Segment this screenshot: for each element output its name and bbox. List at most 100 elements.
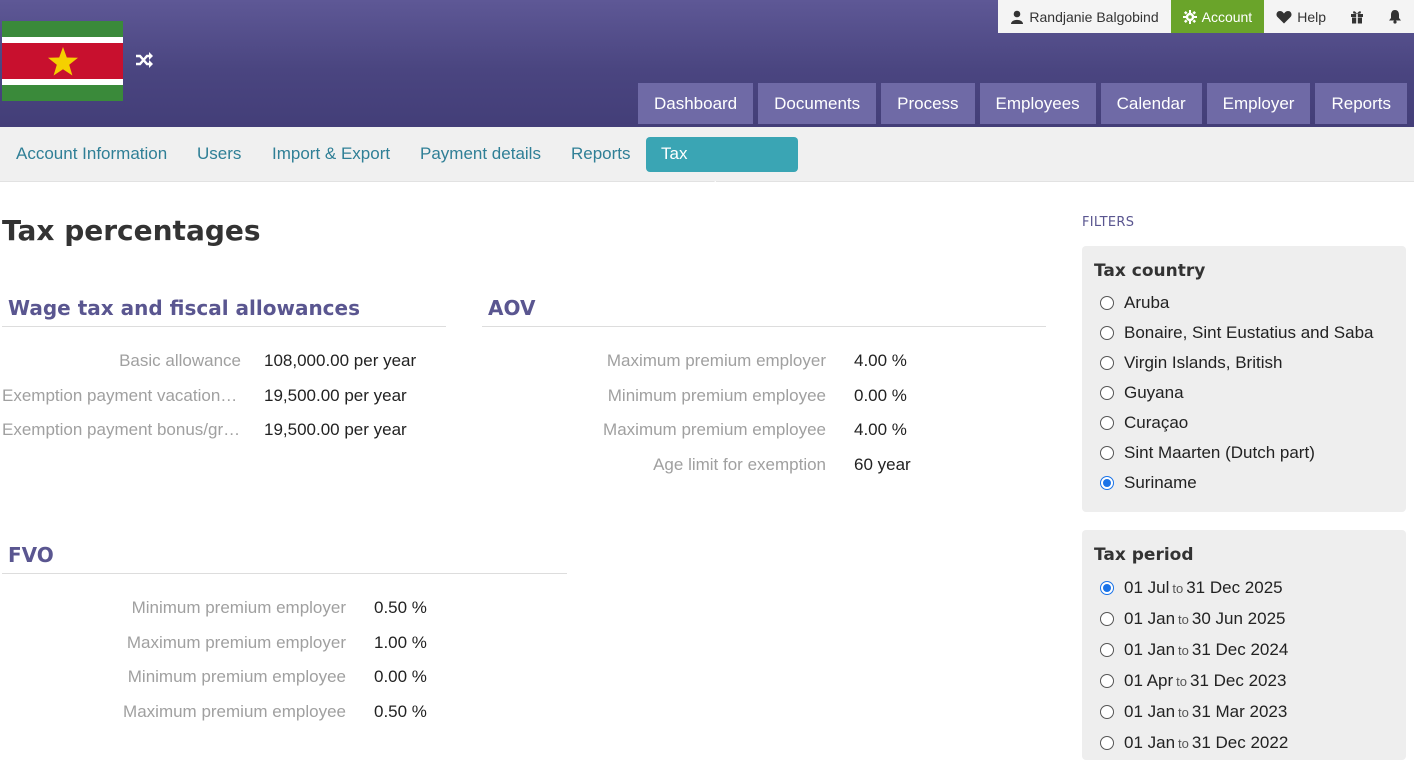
period-option[interactable]: 01 Jan to 31 Mar 2023	[1100, 702, 1287, 722]
user-menu-button[interactable]: Randjanie Balgobind	[998, 0, 1170, 33]
country-option-label: Aruba	[1124, 293, 1170, 312]
help-label: Help	[1297, 8, 1326, 25]
period-option[interactable]: 01 Jan to 31 Dec 2024	[1100, 640, 1288, 660]
user-toolbar: Randjanie Balgobind Account Help	[998, 0, 1414, 33]
period-label: 01 Apr to 31 Dec 2023	[1124, 671, 1287, 690]
period-label: 01 Jan to 31 Dec 2022	[1124, 733, 1289, 752]
aov-age-limit-value: 60 year	[854, 455, 911, 474]
filters-heading: FILTERS	[1082, 215, 1135, 230]
nav-documents[interactable]: Documents	[758, 83, 877, 124]
bell-icon	[1389, 10, 1401, 24]
basic-allowance-value: 108,000.00 per year	[264, 351, 417, 370]
aov-min-employee-label: Minimum premium employee	[607, 386, 826, 405]
period-label: 01 Jan to 30 Jun 2025	[1124, 609, 1286, 628]
radio-button[interactable]	[1100, 356, 1114, 370]
period-option[interactable]: 01 Apr to 31 Dec 2023	[1100, 671, 1286, 691]
gear-icon	[1182, 9, 1197, 24]
gift-icon	[1351, 10, 1363, 24]
country-option-curacao[interactable]: Curaçao	[1100, 413, 1188, 433]
help-button[interactable]: Help	[1264, 0, 1338, 33]
period-label: 01 Jan to 31 Mar 2023	[1124, 702, 1288, 721]
fvo-min-employee-value: 0.00 %	[374, 667, 427, 686]
fvo-divider	[2, 573, 567, 574]
radio-button[interactable]	[1100, 674, 1114, 688]
tax-country-title: Tax country	[1094, 261, 1206, 281]
fvo-max-employer-label: Maximum premium employer	[126, 633, 346, 652]
main-nav: Dashboard Documents Process Employees Ca…	[637, 83, 1407, 124]
country-option-suriname[interactable]: Suriname	[1100, 473, 1197, 493]
country-option-label: Guyana	[1124, 383, 1184, 402]
country-option-label: Bonaire, Sint Eustatius and Saba	[1124, 323, 1374, 342]
country-option-guyana[interactable]: Guyana	[1100, 383, 1184, 403]
radio-button[interactable]	[1100, 326, 1114, 340]
radio-button[interactable]	[1100, 446, 1114, 460]
subnav-payment-details[interactable]: Payment details	[405, 137, 556, 172]
aov-max-employer-value: 4.00 %	[854, 351, 907, 370]
exemption-bonus-value: 19,500.00 per year	[264, 420, 407, 439]
account-label: Account	[1201, 8, 1253, 25]
aov-age-limit-label: Age limit for exemption	[653, 455, 826, 474]
fvo-max-employee-value: 0.50 %	[374, 702, 427, 721]
app-header: Randjanie Balgobind Account Help Dashboa…	[0, 0, 1414, 127]
radio-button-selected[interactable]	[1100, 476, 1114, 490]
radio-button[interactable]	[1100, 416, 1114, 430]
radio-button[interactable]	[1100, 612, 1114, 626]
aov-max-employee-value: 4.00 %	[854, 420, 907, 439]
fvo-max-employee-label: Maximum premium employee	[123, 702, 346, 721]
gift-button[interactable]	[1338, 0, 1376, 33]
heart-icon	[1276, 10, 1292, 23]
period-label: 01 Jul to 31 Dec 2025	[1124, 578, 1283, 597]
exemption-bonus-label: Exemption payment bonus/gratuity	[2, 420, 241, 439]
country-option-aruba[interactable]: Aruba	[1100, 293, 1169, 313]
notifications-button[interactable]	[1376, 0, 1414, 33]
aov-max-employer-label: Maximum premium employer	[606, 351, 826, 370]
radio-button[interactable]	[1100, 386, 1114, 400]
account-button[interactable]: Account	[1170, 0, 1265, 33]
period-option[interactable]: 01 Jul to 31 Dec 2025	[1100, 578, 1283, 598]
aov-divider	[482, 326, 1046, 327]
country-option-label: Curaçao	[1124, 413, 1189, 432]
nav-dashboard[interactable]: Dashboard	[637, 83, 754, 124]
page-title: Tax percentages	[2, 214, 261, 247]
subnav-users[interactable]: Users	[182, 137, 256, 172]
basic-allowance-label: Basic allowance	[119, 351, 241, 370]
subnav-account-information[interactable]: Account Information	[1, 137, 182, 172]
fvo-min-employer-value: 0.50 %	[374, 598, 427, 617]
star-icon	[48, 47, 78, 76]
nav-employees[interactable]: Employees	[979, 83, 1096, 124]
period-option[interactable]: 01 Jan to 30 Jun 2025	[1100, 609, 1285, 629]
country-option-label: Sint Maarten (Dutch part)	[1124, 443, 1315, 462]
radio-button[interactable]	[1100, 296, 1114, 310]
radio-button[interactable]	[1100, 736, 1114, 750]
country-option-label: Suriname	[1124, 473, 1197, 492]
country-option-virgin-islands[interactable]: Virgin Islands, British	[1100, 353, 1282, 373]
nav-process[interactable]: Process	[881, 83, 975, 124]
nav-calendar[interactable]: Calendar	[1100, 83, 1202, 124]
exemption-vacation-label: Exemption payment vacation allowance	[2, 386, 241, 405]
account-subnav: Account Information Users Import & Expor…	[0, 127, 1414, 196]
fvo-min-employer-label: Minimum premium employer	[131, 598, 346, 617]
country-option-bonaire[interactable]: Bonaire, Sint Eustatius and Saba	[1100, 323, 1374, 343]
country-option-label: Virgin Islands, British	[1124, 353, 1283, 372]
aov-section-title: AOV	[488, 296, 536, 320]
nav-reports[interactable]: Reports	[1315, 83, 1407, 124]
suriname-flag-logo[interactable]	[2, 21, 123, 101]
radio-button[interactable]	[1100, 705, 1114, 719]
subnav-reports[interactable]: Reports	[556, 137, 646, 172]
period-option[interactable]: 01 Jan to 31 Dec 2022	[1100, 733, 1288, 753]
fvo-max-employer-value: 1.00 %	[374, 633, 427, 652]
aov-min-employee-value: 0.00 %	[854, 386, 907, 405]
aov-max-employee-label: Maximum premium employee	[603, 420, 826, 439]
shuffle-icon[interactable]	[134, 50, 154, 70]
fvo-min-employee-label: Minimum premium employee	[127, 667, 346, 686]
subnav-import-export[interactable]: Import & Export	[257, 137, 405, 172]
radio-button[interactable]	[1100, 643, 1114, 657]
wage-tax-section-title: Wage tax and fiscal allowances	[8, 296, 361, 320]
fvo-section-title: FVO	[8, 543, 54, 567]
user-name: Randjanie Balgobind	[1029, 8, 1159, 25]
country-option-sint-maarten[interactable]: Sint Maarten (Dutch part)	[1100, 443, 1315, 463]
radio-button-selected[interactable]	[1100, 581, 1114, 595]
tax-country-filter: Tax country Aruba Bonaire, Sint Eustatiu…	[1082, 246, 1406, 512]
nav-employer[interactable]: Employer	[1206, 83, 1311, 124]
subnav-tax-percentages[interactable]: Tax percentages	[646, 137, 798, 196]
